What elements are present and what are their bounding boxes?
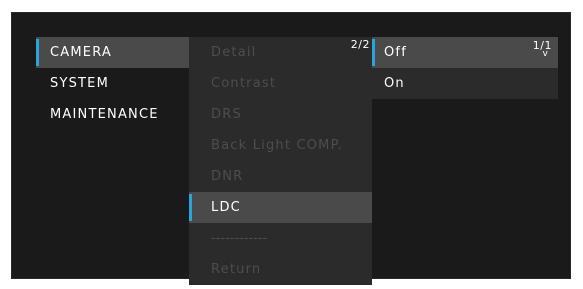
submenu-item-contrast: Contrast <box>189 68 372 99</box>
submenu-divider: ------------ <box>189 223 372 254</box>
option-item-off[interactable]: Off 1/1 v <box>372 37 558 68</box>
submenu-item-label: DNR <box>211 169 244 184</box>
submenu-item-label: LDC <box>211 200 241 215</box>
main-menu-item-camera[interactable]: CAMERA <box>36 37 189 68</box>
camera-submenu: 2/2 Detail Contrast DRS Back Light COMP.… <box>189 37 372 285</box>
main-menu-item-maintenance[interactable]: MAINTENANCE <box>36 99 189 130</box>
submenu-item-label: Return <box>211 262 262 277</box>
submenu-item-drs: DRS <box>189 99 372 130</box>
submenu-divider-label: ------------ <box>211 231 268 246</box>
selection-indicator <box>372 39 375 66</box>
submenu-item-detail: Detail <box>189 37 372 68</box>
option-item-label: On <box>384 76 405 91</box>
selection-indicator <box>36 39 39 66</box>
submenu-item-label: Contrast <box>211 76 277 91</box>
ldc-options: Off 1/1 v On <box>372 37 558 99</box>
submenu-item-back-light-comp: Back Light COMP. <box>189 130 372 161</box>
main-menu: CAMERA SYSTEM MAINTENANCE <box>36 37 189 130</box>
submenu-item-dnr: DNR <box>189 161 372 192</box>
osd-screen: CAMERA SYSTEM MAINTENANCE 2/2 Detail Con… <box>11 12 571 285</box>
main-menu-item-label: SYSTEM <box>50 76 110 91</box>
submenu-item-label: DRS <box>211 107 242 122</box>
option-item-on[interactable]: On <box>372 68 558 99</box>
main-menu-item-label: CAMERA <box>50 45 112 60</box>
main-menu-item-system[interactable]: SYSTEM <box>36 68 189 99</box>
option-item-label: Off <box>384 45 407 60</box>
submenu-item-label: Detail <box>211 45 257 60</box>
submenu-item-label: Back Light COMP. <box>211 138 343 153</box>
selection-indicator <box>189 194 192 221</box>
submenu-item-return: Return <box>189 254 372 285</box>
main-menu-item-label: MAINTENANCE <box>50 107 159 122</box>
submenu-item-ldc[interactable]: LDC <box>189 192 372 223</box>
chevron-down-icon: v <box>542 49 549 59</box>
